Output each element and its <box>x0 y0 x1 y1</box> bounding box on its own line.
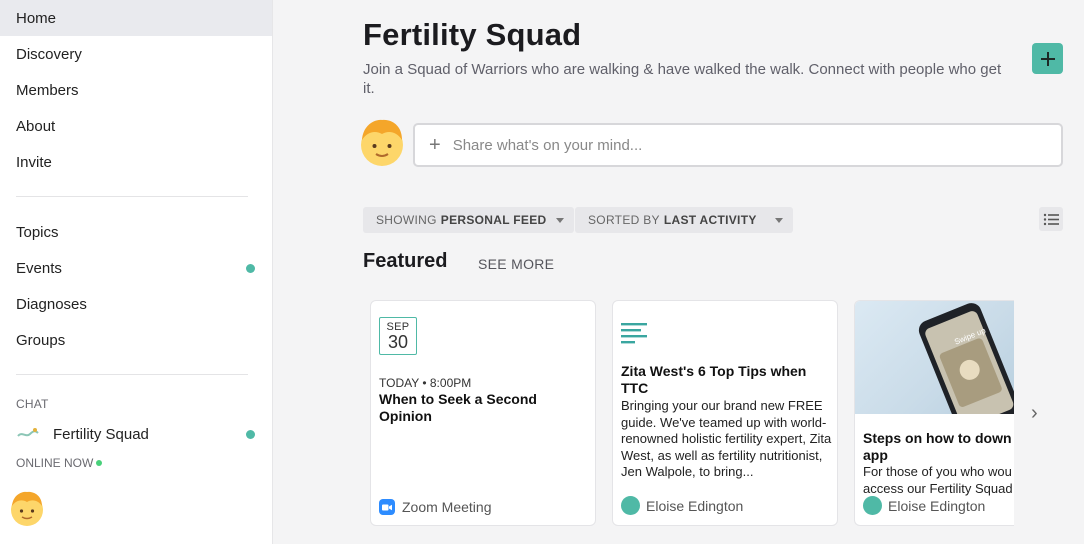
nav-label: Groups <box>16 331 66 349</box>
nav-label: Discovery <box>16 45 82 63</box>
date-day: 30 <box>387 332 409 352</box>
nav-item-invite[interactable]: Invite <box>0 144 272 180</box>
nav-item-members[interactable]: Members <box>0 72 272 108</box>
nav-item-topics[interactable]: Topics <box>0 214 272 250</box>
nav-item-about[interactable]: About <box>0 108 272 144</box>
filter-value: PERSONAL FEED <box>440 213 547 227</box>
online-dot <box>96 460 103 466</box>
nav-label: Diagnoses <box>16 295 87 313</box>
article-card[interactable]: Zita West's 6 Top Tips when TTC Bringing… <box>612 300 838 526</box>
nav-item-events[interactable]: Events <box>0 250 272 286</box>
online-user-avatar[interactable] <box>8 489 46 527</box>
list-icon <box>1043 213 1059 225</box>
nav-label: Members <box>16 81 79 99</box>
online-now-label: ONLINE NOW <box>0 453 272 473</box>
nav-item-groups[interactable]: Groups <box>0 322 272 358</box>
sidebar-divider <box>16 196 248 197</box>
sidebar-divider <box>16 374 248 375</box>
date-badge: SEP 30 <box>379 317 417 355</box>
nav-label: Invite <box>16 153 52 171</box>
author-name: Eloise Edington <box>646 497 744 514</box>
list-view-toggle[interactable] <box>1039 207 1063 231</box>
sort-prefix: SORTED BY <box>588 213 660 227</box>
app-card-title: Steps on how to down <box>863 430 1012 446</box>
sort-value: LAST ACTIVITY <box>663 213 757 227</box>
author-avatar <box>863 496 882 515</box>
sort-dropdown[interactable]: SORTED BY LAST ACTIVITY <box>575 207 793 233</box>
feed-filter-dropdown[interactable]: SHOWING PERSONAL FEED <box>363 207 575 233</box>
author-name: Eloise Edington <box>888 497 986 514</box>
nav-item-discovery[interactable]: Discovery <box>0 36 272 72</box>
online-label-text: ONLINE NOW <box>16 456 94 470</box>
page-subtitle: Join a Squad of Warriors who are walking… <box>363 61 1002 97</box>
featured-heading: Featured <box>363 250 448 272</box>
author-avatar <box>621 496 640 515</box>
location-label: Zoom Meeting <box>402 499 492 515</box>
chat-item-label: Fertility Squad <box>53 425 149 443</box>
app-guide-card[interactable]: Swipe up Steps on how to down app For th… <box>854 300 1014 526</box>
event-title: When to Seek a Second Opinion <box>379 391 537 424</box>
nav-label: Home <box>16 9 57 27</box>
chat-section-label: CHAT <box>16 397 49 411</box>
event-time: TODAY • 8:00PM <box>379 376 472 390</box>
add-button[interactable] <box>1032 43 1063 74</box>
event-card[interactable]: SEP 30 TODAY • 8:00PM When to Seek a Sec… <box>370 300 596 526</box>
sidebar: Home Discovery Members About Invite Topi… <box>0 0 273 544</box>
article-lines-icon <box>621 323 647 344</box>
post-composer-input[interactable]: + Share what's on your mind... <box>413 123 1063 167</box>
plus-icon: + <box>429 134 441 156</box>
plus-icon <box>1040 51 1055 66</box>
article-author: Eloise Edington <box>621 496 743 515</box>
caret-down-icon <box>774 217 783 223</box>
chat-item-fertility-squad[interactable]: Fertility Squad <box>0 416 272 452</box>
nav-item-home[interactable]: Home <box>0 0 272 36</box>
page-title: Fertility Squad <box>363 17 582 52</box>
nav-label: Events <box>16 259 62 277</box>
user-avatar <box>361 119 403 166</box>
group-logo-icon <box>16 427 40 441</box>
caret-down-icon <box>556 217 565 223</box>
article-title: Zita West's 6 Top Tips when TTC <box>621 363 807 396</box>
unread-dot <box>246 264 255 273</box>
unread-dot <box>246 430 255 439</box>
composer-placeholder: Share what's on your mind... <box>452 136 643 154</box>
nav-label: About <box>16 117 56 135</box>
see-more-link[interactable]: SEE MORE <box>478 256 554 272</box>
filter-prefix: SHOWING <box>376 213 437 227</box>
event-location: Zoom Meeting <box>379 499 491 515</box>
article-excerpt: Bringing your our brand new FREE guide. … <box>621 398 832 479</box>
app-card-author: Eloise Edington <box>863 496 985 515</box>
chevron-right-icon[interactable]: › <box>1031 402 1038 425</box>
app-card-title-line2: app <box>863 447 888 463</box>
nav-label: Topics <box>16 223 59 241</box>
nav-item-diagnoses[interactable]: Diagnoses <box>0 286 272 322</box>
app-card-excerpt-1: For those of you who wou <box>863 464 1012 479</box>
video-camera-icon <box>379 499 395 515</box>
phone-hero-image: Swipe up <box>855 301 1014 414</box>
